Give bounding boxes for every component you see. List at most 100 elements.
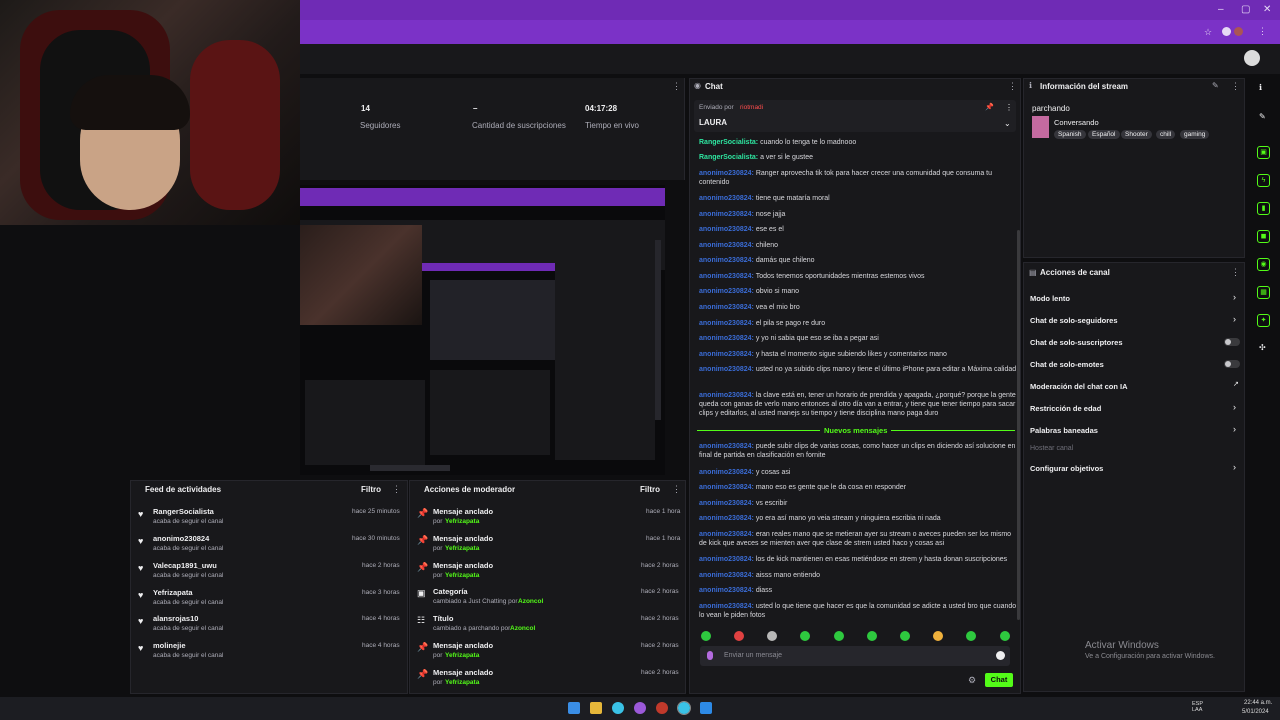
chevron-right-icon[interactable]: › (1233, 424, 1236, 434)
clock-time[interactable]: 22:44 a.m. (1244, 700, 1272, 706)
layout-icon[interactable]: ▦ (1257, 286, 1270, 299)
crop-icon[interactable]: ▣ (1257, 146, 1270, 159)
chevron-right-icon[interactable]: › (1233, 402, 1236, 412)
browser-menu-icon[interactable]: ⋮ (1258, 26, 1267, 37)
maximize-icon[interactable]: ▢ (1241, 4, 1250, 15)
emotes-only-item[interactable]: Chat de solo-emotes (1030, 360, 1104, 369)
emote-icon[interactable] (900, 631, 910, 641)
list-item[interactable]: ♥ Yefrizapata acaba de seguir el canal h… (138, 588, 403, 613)
chat-message[interactable]: anonimo230824: los de kick mantienen en … (699, 555, 1017, 564)
app-icon[interactable] (656, 702, 668, 714)
stream-info-menu-icon[interactable]: ⋮ (1231, 81, 1240, 92)
list-item[interactable]: 📌 Mensaje anclado por Yefrizapata hace 1… (417, 507, 682, 532)
emote-icon[interactable] (867, 631, 877, 641)
chat-message[interactable]: anonimo230824: vs escribir (699, 499, 1017, 508)
start-icon[interactable] (568, 702, 580, 714)
chat-icon[interactable]: ◼ (1257, 230, 1270, 243)
emoji-icon[interactable] (996, 651, 1005, 660)
followers-only-item[interactable]: Chat de solo-seguidores (1030, 316, 1118, 325)
chat-message[interactable]: anonimo230824: diass (699, 586, 1017, 595)
star-icon[interactable]: ☆ (1204, 27, 1212, 38)
info-icon[interactable]: ℹ (1259, 83, 1262, 92)
activity-menu-icon[interactable]: ⋮ (392, 484, 401, 495)
chat-message[interactable]: anonimo230824: nose jajja (699, 210, 1017, 219)
chrome-icon[interactable] (612, 702, 624, 714)
chat-message[interactable]: RangerSocialista: a ver si le gustee (699, 153, 1017, 162)
chat-message[interactable]: anonimo230824: mano eso es gente que le … (699, 483, 1017, 492)
channel-actions-menu-icon[interactable]: ⋮ (1231, 267, 1240, 278)
send-chat-button[interactable]: Chat (985, 673, 1013, 687)
tag[interactable]: Español (1088, 130, 1120, 139)
subs-only-toggle[interactable] (1224, 338, 1240, 346)
pinned-menu-icon[interactable]: ⋮ (1005, 103, 1013, 112)
chat-message[interactable]: RangerSocialista: cuando lo tenga te lo … (699, 138, 1017, 147)
emote-icon[interactable] (1000, 631, 1010, 641)
chat-message[interactable]: anonimo230824: obvio si mano (699, 287, 1017, 296)
list-item[interactable]: 📌 Mensaje anclado por Yefrizapata hace 1… (417, 534, 682, 559)
language-indicator[interactable]: ESP LAA (1192, 701, 1206, 713)
chat-message[interactable]: anonimo230824: Ranger aprovecha tik tok … (699, 169, 1017, 187)
chat-message[interactable]: anonimo230824: ese es el (699, 225, 1017, 234)
subs-only-item[interactable]: Chat de solo-suscriptores (1030, 338, 1123, 347)
lightning-icon[interactable]: ϟ (1257, 174, 1270, 187)
emote-icon[interactable] (734, 631, 744, 641)
emote-icon[interactable] (701, 631, 711, 641)
chevron-right-icon[interactable]: › (1233, 462, 1236, 472)
chat-message[interactable]: anonimo230824: la clave está en, tener u… (699, 391, 1017, 418)
emote-icon[interactable] (767, 631, 777, 641)
obs-icon[interactable] (634, 702, 646, 714)
chat-message[interactable]: anonimo230824: usted no ya subido clips … (699, 365, 1017, 374)
avatar[interactable] (1244, 50, 1260, 66)
tag[interactable]: gaming (1180, 130, 1210, 139)
extension-icon[interactable] (1222, 27, 1231, 36)
apps-icon[interactable]: ✣ (1259, 343, 1266, 352)
emote-icon[interactable] (933, 631, 943, 641)
chevron-right-icon[interactable]: › (1233, 292, 1236, 302)
chevron-right-icon[interactable]: › (1233, 314, 1236, 324)
age-restriction-item[interactable]: Restricción de edad (1030, 404, 1101, 413)
chat-message[interactable]: anonimo230824: chileno (699, 241, 1017, 250)
file-explorer-icon[interactable] (590, 702, 602, 714)
edit-icon[interactable]: ✎ (1212, 81, 1219, 90)
list-item[interactable]: ♥ Valecap1891_uwu acaba de seguir el can… (138, 561, 403, 586)
chat-menu-icon[interactable]: ⋮ (1008, 81, 1017, 92)
chat-message[interactable]: anonimo230824: Todos tenemos oportunidad… (699, 272, 1017, 281)
chat-scrollbar[interactable] (1017, 230, 1020, 620)
chat-message[interactable]: anonimo230824: y hasta el momento sigue … (699, 350, 1017, 359)
list-item[interactable]: 📌 Mensaje anclado por Yefrizapata hace 2… (417, 561, 682, 586)
mod-menu-icon[interactable]: ⋮ (672, 484, 681, 495)
external-link-icon[interactable]: ↗ (1233, 380, 1239, 388)
clip-icon[interactable]: ▮ (1257, 202, 1270, 215)
goals-item[interactable]: Configurar objetivos (1030, 464, 1103, 473)
chat-message[interactable]: anonimo230824: damás que chileno (699, 256, 1017, 265)
pin-icon[interactable]: 📌 (985, 103, 994, 111)
emote-icon[interactable] (966, 631, 976, 641)
list-item[interactable]: ☷ Título cambiado a parchando por Azonco… (417, 614, 682, 639)
chat-message[interactable]: anonimo230824: yo era así mano yo veia s… (699, 514, 1017, 523)
broadcast-icon[interactable]: ◉ (1257, 258, 1270, 271)
chat-message[interactable]: anonimo230824: eran reales mano que se m… (699, 530, 1017, 548)
activity-filter-button[interactable]: Filtro (361, 485, 381, 494)
emotes-only-toggle[interactable] (1224, 360, 1240, 368)
chat-message[interactable]: anonimo230824: y cosas asi (699, 468, 1017, 477)
list-item[interactable]: ♥ molinejie acaba de seguir el canal hac… (138, 641, 403, 666)
tag[interactable]: Spanish (1054, 130, 1086, 139)
stats-menu-icon[interactable]: ⋮ (672, 81, 681, 92)
emote-icon[interactable] (834, 631, 844, 641)
close-icon[interactable]: ✕ (1263, 4, 1271, 15)
list-item[interactable]: 📌 Mensaje anclado por Yefrizapata hace 2… (417, 641, 682, 666)
chat-message[interactable]: anonimo230824: tiene que mataría moral (699, 194, 1017, 203)
chat-message[interactable]: anonimo230824: y yo ni sabia que eso se … (699, 334, 1017, 343)
pencil-icon[interactable]: ✎ (1259, 112, 1266, 121)
list-item[interactable]: ▣ Categoría cambiado a Just Chatting por… (417, 587, 682, 612)
ai-moderation-item[interactable]: Moderación del chat con IA (1030, 382, 1128, 391)
emote-icon[interactable] (800, 631, 810, 641)
minimize-icon[interactable]: – (1218, 4, 1224, 15)
mod-filter-button[interactable]: Filtro (640, 485, 660, 494)
chat-message[interactable]: anonimo230824: usted lo que tiene que ha… (699, 602, 1017, 620)
chevron-down-icon[interactable]: ⌄ (1004, 119, 1011, 128)
chat-message[interactable]: anonimo230824: el pila se pago re duro (699, 319, 1017, 328)
mic-icon[interactable] (707, 651, 713, 660)
profile-icon[interactable] (1234, 27, 1243, 36)
list-item[interactable]: 📌 Mensaje anclado por Yefrizapata hace 2… (417, 668, 682, 693)
